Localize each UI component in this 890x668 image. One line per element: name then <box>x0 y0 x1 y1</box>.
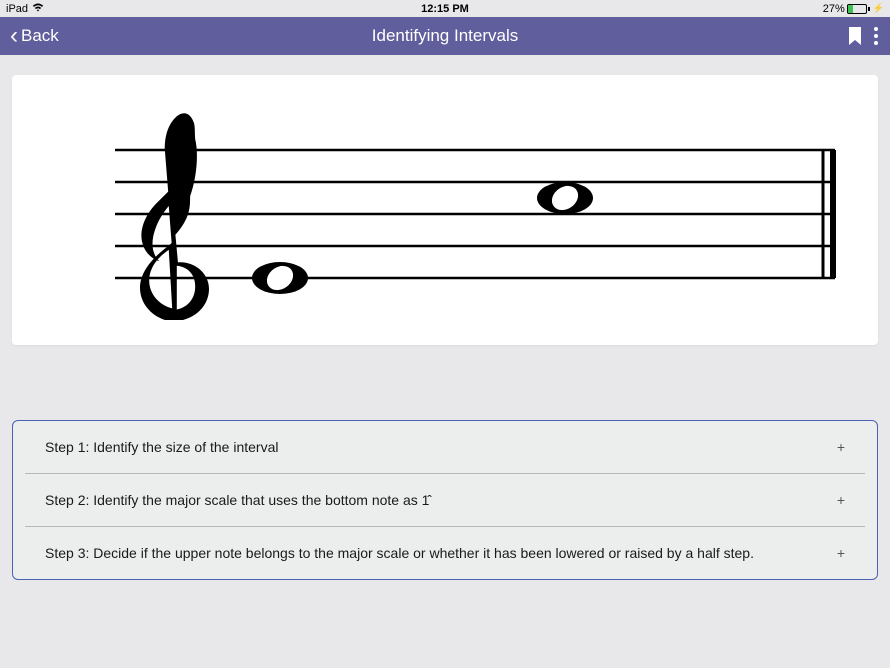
music-staff-svg <box>45 100 845 320</box>
nav-bar: ‹ Back Identifying Intervals <box>0 17 890 55</box>
battery-percent: 27% <box>823 3 845 15</box>
content-area: Step 1: Identify the size of the interva… <box>0 55 890 600</box>
battery-icon <box>847 4 870 14</box>
step-text: Step 3: Decide if the upper note belongs… <box>45 545 754 561</box>
steps-container: Step 1: Identify the size of the interva… <box>12 420 878 580</box>
expand-icon: + <box>837 492 845 508</box>
back-label: Back <box>21 26 59 46</box>
music-staff-card <box>12 75 878 345</box>
device-label: iPad <box>6 3 28 15</box>
charging-icon: ⚡ <box>873 3 884 14</box>
status-left: iPad <box>6 3 44 15</box>
more-icon[interactable] <box>872 23 880 49</box>
wifi-icon <box>32 3 44 15</box>
step-text: Step 1: Identify the size of the interva… <box>45 439 278 455</box>
status-time: 12:15 PM <box>421 3 469 15</box>
step-item-2[interactable]: Step 2: Identify the major scale that us… <box>25 474 865 527</box>
status-bar: iPad 12:15 PM 27% ⚡ <box>0 0 890 17</box>
expand-icon: + <box>837 545 845 561</box>
bookmark-icon[interactable] <box>848 27 862 45</box>
step-item-3[interactable]: Step 3: Decide if the upper note belongs… <box>25 527 865 579</box>
back-button[interactable]: ‹ Back <box>10 24 59 48</box>
step-item-1[interactable]: Step 1: Identify the size of the interva… <box>25 421 865 474</box>
step-text: Step 2: Identify the major scale that us… <box>45 492 429 508</box>
chevron-left-icon: ‹ <box>10 24 18 48</box>
status-right: 27% ⚡ <box>823 3 884 15</box>
nav-right <box>848 23 880 49</box>
expand-icon: + <box>837 439 845 455</box>
page-title: Identifying Intervals <box>372 26 518 46</box>
